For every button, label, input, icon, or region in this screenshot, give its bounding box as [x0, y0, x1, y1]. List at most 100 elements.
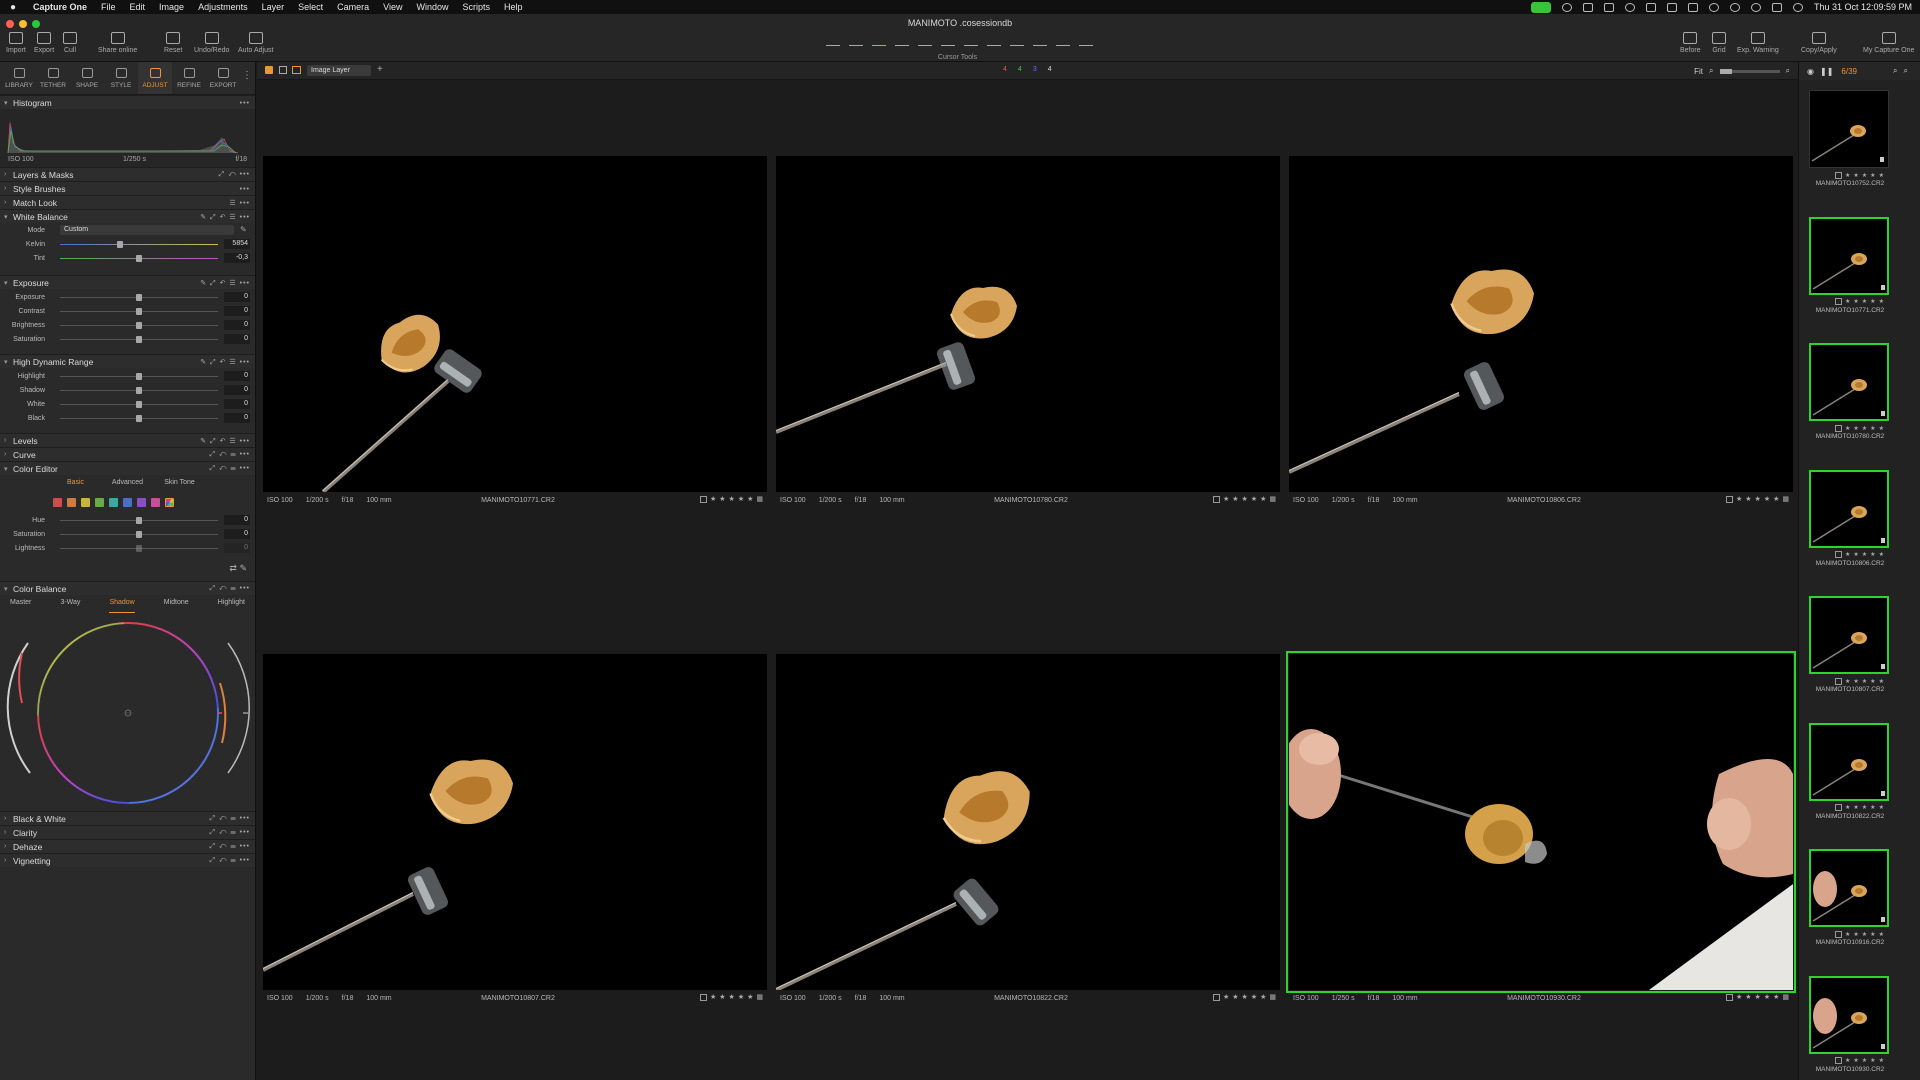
menu-image[interactable]: Image	[152, 2, 191, 12]
section-color-editor[interactable]: ▾ Color Editor ⤢ ↶ ☰ •••	[0, 461, 255, 475]
image-cell[interactable]: ISO 100 1/200 s f/18 100 mm MANIMOTO1080…	[1289, 156, 1793, 508]
share-online-button[interactable]: Share online	[98, 32, 137, 54]
thumb-preview[interactable]	[1809, 596, 1889, 674]
bluetooth-icon[interactable]	[1687, 2, 1698, 12]
airplay-icon[interactable]	[1708, 2, 1719, 12]
grid-button[interactable]: Grid	[1712, 32, 1726, 54]
section-hdr[interactable]: ▾ High Dynamic Range ✎ ⤢ ↶ ☰ •••	[0, 354, 255, 368]
section-curve[interactable]: › Curve ⤢ ↶ ☰ •••	[0, 447, 255, 461]
more-icon[interactable]: •••	[240, 182, 250, 196]
shadow-slider-handle[interactable]	[136, 387, 142, 394]
section-color-balance[interactable]: ▾ Color Balance ⤢ ↶ ☰ •••	[0, 581, 255, 595]
thumb-preview[interactable]	[1809, 975, 1889, 1054]
star-icon[interactable]: ★	[1862, 804, 1867, 811]
menu-file[interactable]: File	[94, 2, 123, 12]
photo-preview[interactable]	[1286, 651, 1796, 993]
hue-value[interactable]: 0	[224, 515, 250, 525]
before-button[interactable]: Before	[1680, 32, 1701, 54]
filmstrip-thumb[interactable]: ★ ★ ★ ★ ★ MANIMOTO10807.CR2	[1805, 596, 1917, 693]
star-icon[interactable]: ★	[1755, 495, 1761, 503]
filmstrip-thumb[interactable]: ★ ★ ★ ★ ★ MANIMOTO10780.CR2	[1805, 343, 1917, 440]
star-icon[interactable]: ★	[1870, 804, 1875, 811]
crop-tool-icon[interactable]	[895, 36, 909, 46]
add-layer-icon[interactable]: +	[377, 64, 383, 75]
star-icon[interactable]: ★	[1879, 425, 1884, 432]
select-checkbox[interactable]	[1835, 930, 1842, 938]
more-icon[interactable]: ☰ •••	[229, 196, 250, 210]
more-icon[interactable]: •••	[240, 96, 250, 110]
tab-basic[interactable]: Basic	[50, 479, 102, 491]
brush-tool-icon[interactable]	[964, 36, 978, 46]
facetime-icon[interactable]	[1530, 1, 1551, 13]
picker-icon[interactable]: ⇄ ✎	[229, 563, 247, 574]
star-icon[interactable]: ★	[729, 993, 735, 1001]
star-icon[interactable]: ★	[1260, 495, 1266, 503]
star-icon[interactable]: ★	[1736, 993, 1742, 1001]
gradient-tool-icon[interactable]	[1010, 36, 1024, 46]
color-swatch[interactable]	[137, 497, 146, 507]
status-icon[interactable]	[1561, 2, 1572, 12]
section-tools-icon[interactable]: ⤢ ↶ ☰ •••	[209, 462, 250, 476]
color-tag-icon[interactable]: ▦	[756, 993, 763, 1001]
contrast-value[interactable]: 0	[224, 306, 250, 316]
lightness-slider-handle[interactable]	[136, 545, 142, 552]
single-view-icon[interactable]	[279, 66, 287, 74]
tab-refine[interactable]: REFINE	[172, 62, 206, 94]
section-levels[interactable]: › Levels ✎ ⤢ ↶ ☰ •••	[0, 433, 255, 447]
section-layers-masks[interactable]: › Layers & Masks ⤢ ↶ •••	[0, 167, 255, 181]
reset-button[interactable]: Reset	[164, 32, 182, 54]
white-value[interactable]: 0	[224, 399, 250, 409]
auto-adjust-button[interactable]: Auto Adjust	[238, 32, 273, 54]
star-icon[interactable]: ★	[719, 495, 725, 503]
more-tabs-icon[interactable]: ⋮	[240, 62, 254, 94]
annotate-tool-icon[interactable]	[1079, 36, 1093, 46]
star-icon[interactable]: ★	[1745, 495, 1751, 503]
star-icon[interactable]: ★	[1879, 678, 1884, 685]
star-icon[interactable]: ★	[1853, 1057, 1858, 1064]
select-checkbox[interactable]	[1835, 424, 1842, 432]
pan-tool-icon[interactable]	[849, 36, 863, 46]
star-icon[interactable]: ★	[1223, 993, 1229, 1001]
layer-select[interactable]: Image Layer	[307, 65, 371, 76]
star-icon[interactable]: ★	[1223, 495, 1229, 503]
zoom-out-icon[interactable]: ⌕	[1709, 66, 1713, 76]
star-icon[interactable]: ★	[1862, 1057, 1867, 1064]
star-icon[interactable]: ★	[1242, 495, 1248, 503]
star-icon[interactable]: ★	[1879, 172, 1884, 179]
star-icon[interactable]: ★	[1845, 551, 1850, 558]
star-icon[interactable]: ★	[1853, 931, 1858, 938]
section-tools-icon[interactable]: ⤢ ↶ •••	[219, 168, 250, 182]
saturation-value[interactable]: 0	[224, 334, 250, 344]
tab-export[interactable]: EXPORT	[206, 62, 240, 94]
tab-highlight[interactable]: Highlight	[218, 599, 245, 613]
heal-tool-icon[interactable]	[1056, 36, 1070, 46]
section-tools-icon[interactable]: ✎ ⤢ ↶ ☰ •••	[200, 276, 250, 290]
brightness-slider-handle[interactable]	[136, 322, 142, 329]
star-icon[interactable]: ★	[1870, 931, 1875, 938]
wifi-icon[interactable]	[1729, 2, 1740, 12]
star-icon[interactable]: ★	[729, 495, 735, 503]
lightness-value[interactable]: 0	[224, 543, 250, 553]
color-wheel[interactable]	[0, 613, 256, 811]
tab-master[interactable]: Master	[10, 599, 31, 613]
proof-view-icon[interactable]	[292, 66, 301, 74]
star-icon[interactable]: ★	[1232, 993, 1238, 1001]
star-icon[interactable]: ★	[1853, 804, 1858, 811]
thumb-preview[interactable]	[1809, 849, 1889, 927]
color-swatch[interactable]	[67, 497, 76, 507]
rotate-tool-icon[interactable]	[918, 36, 932, 46]
menu-scripts[interactable]: Scripts	[456, 2, 498, 12]
dropbox-icon[interactable]	[1603, 2, 1614, 12]
select-checkbox[interactable]	[1725, 993, 1733, 1001]
copy-apply-button[interactable]: Copy/Apply	[1801, 32, 1837, 54]
contrast-slider-handle[interactable]	[136, 308, 142, 315]
multi-view-icon[interactable]	[265, 66, 273, 74]
image-cell[interactable]: ISO 100 1/250 s f/18 100 mm MANIMOTO1093…	[1286, 651, 1796, 1006]
image-cell[interactable]: ISO 100 1/200 s f/18 100 mm MANIMOTO1078…	[776, 156, 1280, 508]
menu-view[interactable]: View	[376, 2, 409, 12]
star-icon[interactable]: ★	[1853, 298, 1858, 305]
section-tools-icon[interactable]: ✎ ⤢ ↶ ☰ •••	[200, 434, 250, 448]
photo-preview[interactable]	[776, 156, 1280, 492]
thumb-preview[interactable]	[1809, 343, 1889, 421]
thumb-preview[interactable]	[1809, 469, 1889, 548]
